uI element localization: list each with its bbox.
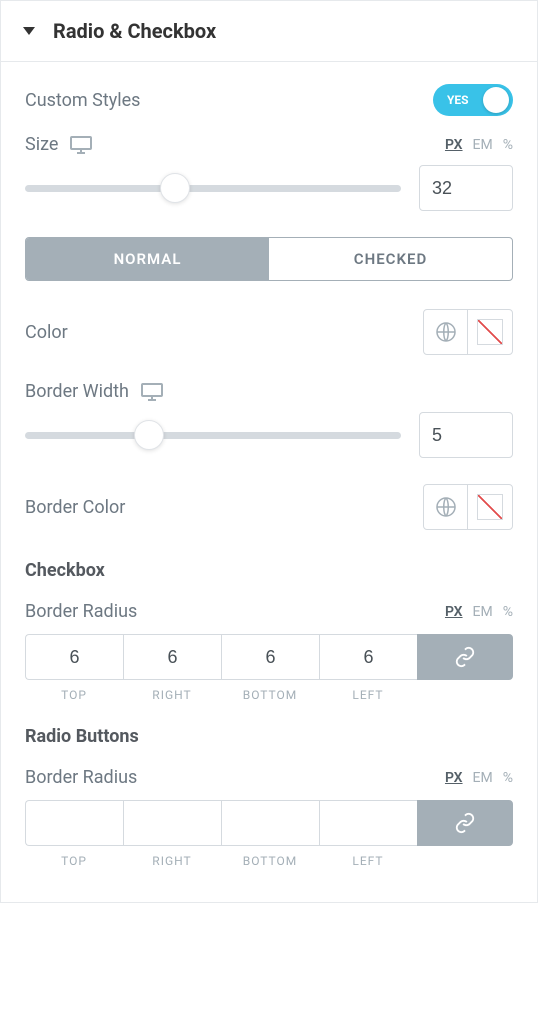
border-width-slider[interactable]: [25, 420, 401, 450]
color-swatch: [477, 319, 503, 345]
dim-label-bottom: BOTTOM: [221, 854, 319, 868]
radio-radius-right[interactable]: [124, 801, 221, 845]
checkbox-heading: Checkbox: [25, 560, 513, 581]
unit-em[interactable]: EM: [473, 137, 493, 153]
dim-label-left: LEFT: [319, 854, 417, 868]
border-width-input[interactable]: [419, 412, 513, 458]
checkbox-radius-top[interactable]: [26, 635, 123, 679]
slider-track: [25, 185, 401, 192]
radio-radius-left[interactable]: [320, 801, 417, 845]
unit-pct[interactable]: %: [503, 604, 513, 620]
global-color-button[interactable]: [424, 310, 468, 354]
checkbox-radius-right[interactable]: [124, 635, 221, 679]
border-color-label: Border Color: [25, 497, 125, 518]
unit-pct[interactable]: %: [503, 137, 513, 153]
slider-thumb[interactable]: [134, 420, 164, 450]
size-label: Size: [25, 134, 58, 155]
dim-label-top: TOP: [25, 688, 123, 702]
link-values-button[interactable]: [417, 634, 513, 680]
global-color-button[interactable]: [424, 485, 468, 529]
desktop-icon[interactable]: [70, 136, 92, 154]
slider-thumb[interactable]: [160, 173, 190, 203]
color-swatch: [477, 494, 503, 520]
dim-label-bottom: BOTTOM: [221, 688, 319, 702]
tab-checked[interactable]: CHECKED: [269, 238, 512, 280]
dim-label-left: LEFT: [319, 688, 417, 702]
tab-normal[interactable]: NORMAL: [26, 238, 269, 280]
dim-label-right: RIGHT: [123, 854, 221, 868]
section-header[interactable]: Radio & Checkbox: [1, 1, 537, 62]
custom-styles-toggle[interactable]: YES: [433, 84, 513, 116]
unit-px[interactable]: PX: [445, 137, 463, 153]
radio-radius-top[interactable]: [26, 801, 123, 845]
size-slider[interactable]: [25, 173, 401, 203]
link-values-button[interactable]: [417, 800, 513, 846]
radio-radius-bottom[interactable]: [222, 801, 319, 845]
slider-track: [25, 432, 401, 439]
radio-border-radius-label: Border Radius: [25, 767, 137, 788]
unit-pct[interactable]: %: [503, 770, 513, 786]
radio-checkbox-panel: Radio & Checkbox Custom Styles YES Size …: [0, 0, 538, 903]
size-input[interactable]: [419, 165, 513, 211]
radio-heading: Radio Buttons: [25, 726, 513, 747]
unit-px[interactable]: PX: [445, 770, 463, 786]
color-control: [423, 309, 513, 355]
border-color-control: [423, 484, 513, 530]
checkbox-radius-units: PX EM %: [445, 604, 513, 620]
custom-styles-label: Custom Styles: [25, 90, 140, 111]
size-units: PX EM %: [445, 137, 513, 153]
border-width-label: Border Width: [25, 381, 129, 402]
toggle-text: YES: [447, 93, 469, 107]
unit-em[interactable]: EM: [473, 604, 493, 620]
caret-down-icon: [23, 27, 35, 35]
section-title: Radio & Checkbox: [53, 19, 216, 43]
color-picker-button[interactable]: [468, 310, 512, 354]
color-picker-button[interactable]: [468, 485, 512, 529]
toggle-knob: [483, 87, 509, 113]
checkbox-radius-inputs: [25, 634, 513, 680]
desktop-icon[interactable]: [141, 383, 163, 401]
dim-label-top: TOP: [25, 854, 123, 868]
checkbox-radius-bottom[interactable]: [222, 635, 319, 679]
radio-radius-units: PX EM %: [445, 770, 513, 786]
unit-em[interactable]: EM: [473, 770, 493, 786]
checkbox-radius-left[interactable]: [320, 635, 417, 679]
dim-label-right: RIGHT: [123, 688, 221, 702]
radio-radius-inputs: [25, 800, 513, 846]
color-label: Color: [25, 322, 68, 343]
checkbox-border-radius-label: Border Radius: [25, 601, 137, 622]
state-tabs: NORMAL CHECKED: [25, 237, 513, 281]
unit-px[interactable]: PX: [445, 604, 463, 620]
